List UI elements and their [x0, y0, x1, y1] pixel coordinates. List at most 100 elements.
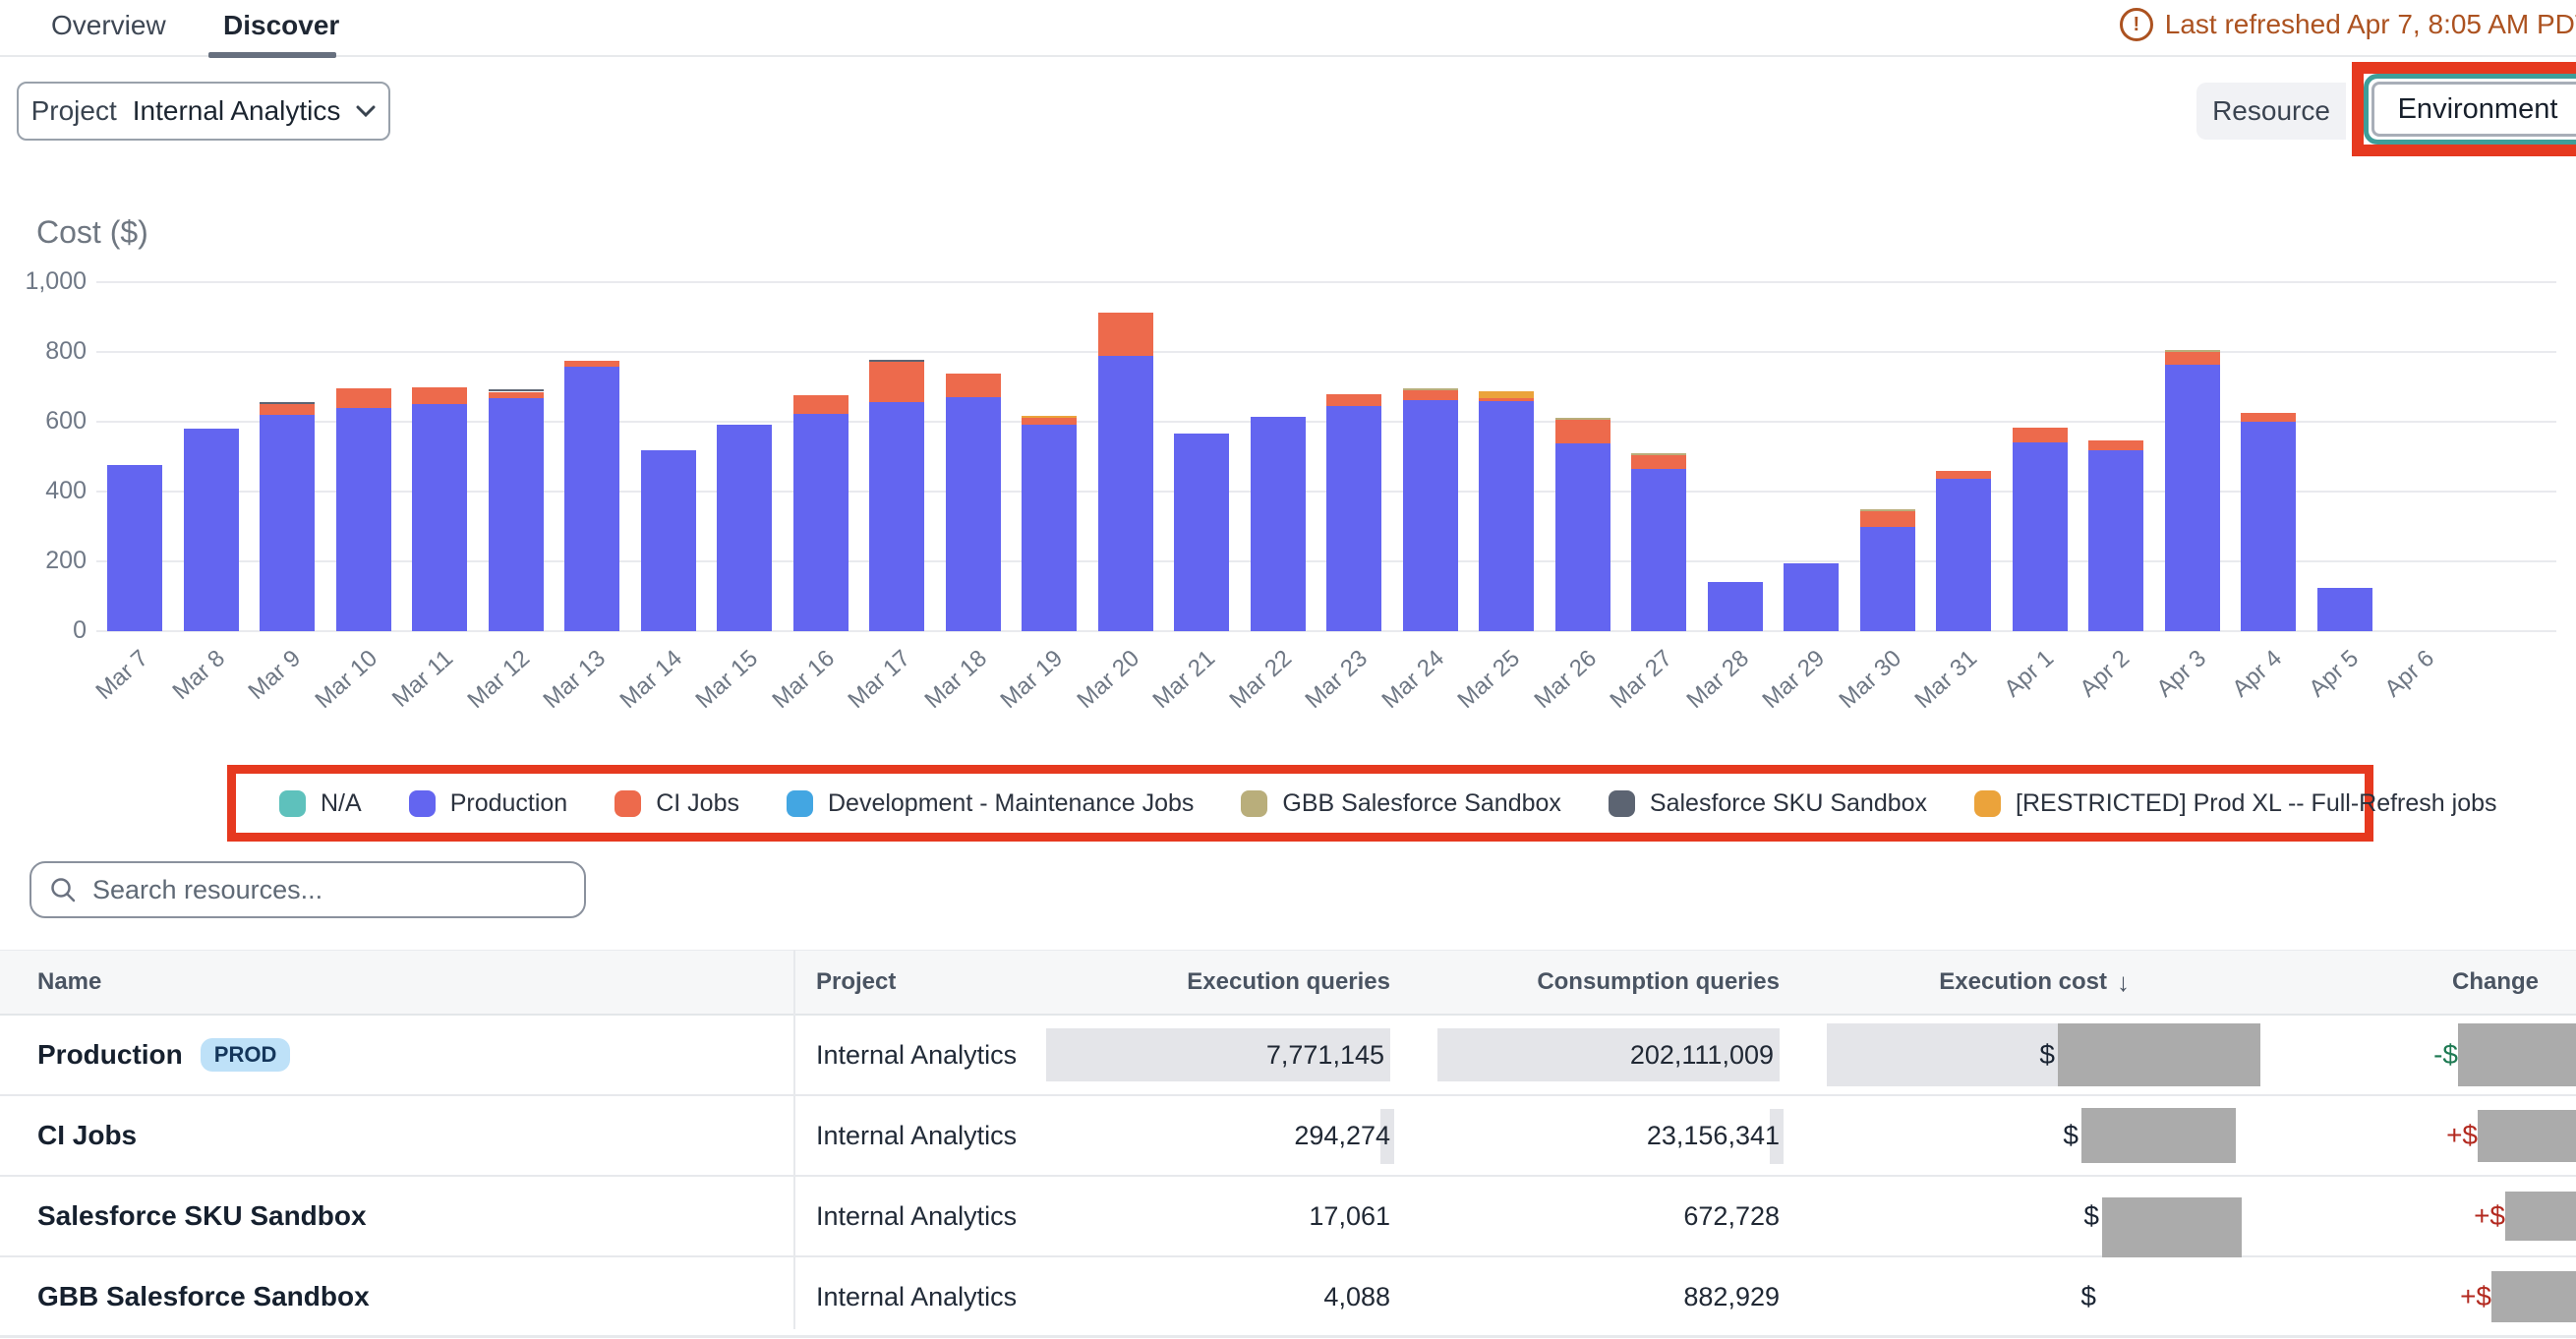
bar-segment: [489, 389, 544, 391]
x-tick-label: Mar 23: [1300, 645, 1373, 715]
legend-label: Salesforce SKU Sandbox: [1650, 789, 1927, 818]
tab-discover[interactable]: Discover: [223, 10, 339, 41]
change-cell: +$: [2389, 1096, 2576, 1175]
column-header-change[interactable]: Change: [2389, 951, 2539, 1014]
legend-label: [RESTRICTED] Prod XL -- Full-Refresh job…: [2016, 789, 2496, 818]
gridline: [96, 281, 2556, 283]
x-tick-label: Mar 12: [462, 645, 535, 715]
x-tick-label: Mar 17: [843, 645, 915, 715]
legend-item[interactable]: [RESTRICTED] Prod XL -- Full-Refresh job…: [1974, 789, 2496, 818]
x-tick-label: Apr 6: [2379, 645, 2439, 703]
change-sign: +$: [2474, 1200, 2505, 1232]
bar-segment: [2088, 450, 2143, 631]
legend-label: GBB Salesforce Sandbox: [1282, 789, 1561, 818]
highlighted-value: 202,111,009: [1437, 1028, 1780, 1081]
bar-segment: [641, 450, 696, 631]
table-row[interactable]: ProductionPRODInternal Analytics7,771,14…: [0, 1016, 2576, 1096]
redacted-change-value: [2491, 1271, 2576, 1322]
active-tab-underline: [208, 52, 336, 58]
chevron-down-icon: [356, 105, 376, 117]
change-cell: -$: [2389, 1016, 2576, 1094]
x-tick-label: Mar 15: [690, 645, 763, 715]
table-row[interactable]: GBB Salesforce SandboxInternal Analytics…: [0, 1257, 2576, 1338]
redacted-cost-value: [2081, 1108, 2236, 1163]
redacted-cost-value: [2058, 1023, 2260, 1086]
tab-overview[interactable]: Overview: [51, 10, 166, 41]
bar-segment: [793, 395, 849, 415]
legend-label: Development - Maintenance Jobs: [828, 789, 1194, 818]
column-header-consumption-queries[interactable]: Consumption queries: [1416, 951, 1780, 1014]
bar-segment: [1479, 391, 1534, 398]
bar-segment: [793, 414, 849, 631]
execution-queries-cell: 4,088: [1003, 1257, 1390, 1336]
x-tick-label: Mar 30: [1834, 645, 1906, 715]
table-header-row: Name Project Execution queries Consumpti…: [0, 950, 2576, 1016]
bar-segment: [2013, 442, 2068, 631]
bar-segment: [1860, 509, 1915, 511]
x-tick-label: Mar 20: [1072, 645, 1144, 715]
y-axis-labels: 02004006008001,000: [4, 282, 87, 631]
bar-segment: [1936, 471, 1991, 479]
column-header-execution-queries[interactable]: Execution queries: [1003, 951, 1390, 1014]
search-box: [29, 861, 586, 918]
bar-segment: [1403, 390, 1458, 400]
last-refreshed-status: ! Last refreshed Apr 7, 8:05 AM PDT: [2120, 8, 2576, 41]
bar-segment: [564, 367, 619, 631]
column-header-execution-cost[interactable]: Execution cost ↓: [1819, 951, 2130, 1014]
resource-name-cell[interactable]: CI Jobs: [37, 1096, 765, 1175]
resource-name-cell[interactable]: ProductionPROD: [37, 1016, 765, 1094]
resource-name-cell[interactable]: Salesforce SKU Sandbox: [37, 1177, 765, 1255]
legend-color-chip: [409, 790, 436, 817]
change-sign: -$: [2433, 1039, 2458, 1071]
execution-cost-cell: $: [1819, 1016, 2261, 1094]
group-by-environment-button[interactable]: Environment: [2371, 82, 2576, 137]
search-icon: [49, 876, 77, 903]
group-by-resource-button[interactable]: Resource: [2196, 83, 2346, 140]
x-tick-label: Mar 29: [1757, 645, 1830, 715]
x-tick-label: Mar 10: [310, 645, 382, 715]
resource-name: Production: [37, 1039, 183, 1071]
legend-label: N/A: [321, 789, 362, 818]
legend-item[interactable]: CI Jobs: [615, 789, 739, 818]
project-filter-label: Project: [31, 95, 117, 127]
table-row[interactable]: CI JobsInternal Analytics294,27423,156,3…: [0, 1096, 2576, 1177]
column-header-project[interactable]: Project: [816, 951, 896, 1014]
stacked-bar-chart: [96, 282, 2556, 631]
bar-segment: [1936, 479, 1991, 631]
legend-item[interactable]: Production: [409, 789, 568, 818]
bar-segment: [1326, 394, 1381, 406]
project-filter-dropdown[interactable]: Project Internal Analytics: [17, 82, 390, 141]
x-tick-label: Apr 1: [1999, 645, 2059, 703]
bar-segment: [1403, 400, 1458, 631]
bar-segment: [1555, 420, 1610, 443]
bar-segment: [1022, 418, 1077, 425]
x-tick-label: Mar 18: [919, 645, 992, 715]
bar-segment: [2165, 350, 2220, 352]
next-row-top-border: [0, 1335, 2576, 1337]
table-row[interactable]: Salesforce SKU SandboxInternal Analytics…: [0, 1177, 2576, 1257]
x-tick-label: Mar 31: [1909, 645, 1982, 715]
search-input[interactable]: [90, 874, 566, 906]
x-tick-label: Apr 4: [2227, 645, 2287, 703]
column-header-name[interactable]: Name: [37, 951, 101, 1014]
cost-dashboard: Overview Discover ! Last refreshed Apr 7…: [0, 0, 2576, 1339]
bar-segment: [2165, 352, 2220, 365]
legend-item[interactable]: GBB Salesforce Sandbox: [1241, 789, 1561, 818]
resource-name-cell[interactable]: GBB Salesforce Sandbox: [37, 1257, 765, 1336]
x-tick-label: Mar 24: [1376, 645, 1449, 715]
y-tick-label: 800: [4, 337, 87, 366]
execution-cost-label: Execution cost: [1939, 968, 2107, 996]
bar-segment: [1860, 527, 1915, 632]
legend-item[interactable]: Development - Maintenance Jobs: [787, 789, 1194, 818]
bar-segment: [1631, 469, 1686, 631]
execution-cost-cell: $: [1819, 1257, 2261, 1336]
y-tick-label: 600: [4, 407, 87, 436]
legend-item[interactable]: Salesforce SKU Sandbox: [1609, 789, 1927, 818]
x-tick-label: Apr 5: [2304, 645, 2364, 703]
legend-item[interactable]: N/A: [279, 789, 362, 818]
environment-focus-ring: Environment: [2364, 74, 2576, 145]
legend-color-chip: [1974, 790, 2001, 817]
environment-annotation-box: Environment: [2352, 62, 2576, 156]
bar-segment: [869, 362, 924, 403]
bar-segment: [1098, 313, 1153, 355]
